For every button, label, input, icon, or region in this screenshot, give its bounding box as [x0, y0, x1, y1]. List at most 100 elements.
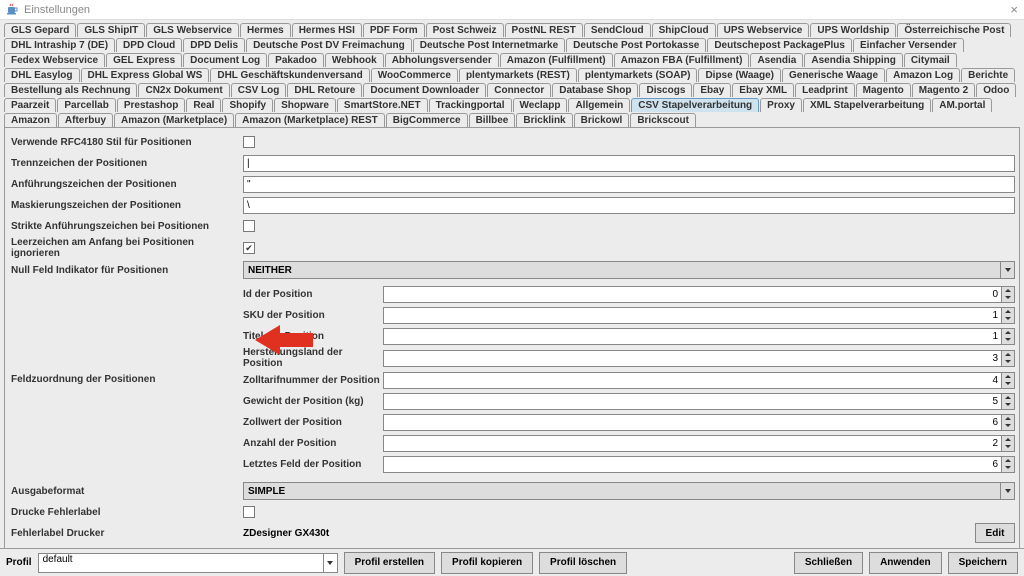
tab-item[interactable]: CN2x Dokument	[138, 83, 229, 97]
tab-item[interactable]: Leadprint	[795, 83, 855, 97]
spin-up-icon[interactable]	[1002, 436, 1014, 444]
tab-item[interactable]: Real	[186, 98, 221, 112]
field-spinner[interactable]	[383, 307, 1002, 324]
tab-item[interactable]: Weclapp	[513, 98, 568, 112]
tab-item[interactable]: Asendia Shipping	[804, 53, 902, 67]
field-spinner[interactable]	[383, 393, 1002, 410]
tab-item[interactable]: DHL Geschäftskundenversand	[210, 68, 369, 82]
tab-item[interactable]: GLS ShipIT	[77, 23, 145, 37]
tab-item[interactable]: Deutsche Post Internetmarke	[413, 38, 565, 52]
tab-item[interactable]: Fedex Webservice	[4, 53, 105, 67]
profile-create-button[interactable]: Profil erstellen	[344, 552, 435, 574]
field-spinner[interactable]	[383, 456, 1002, 473]
tab-item[interactable]: Document Log	[183, 53, 267, 67]
tab-item[interactable]: Database Shop	[552, 83, 638, 97]
tab-item[interactable]: Bestellung als Rechnung	[4, 83, 137, 97]
tab-item[interactable]: GEL Express	[106, 53, 182, 67]
combo-nullfeld[interactable]: NEITHER	[243, 261, 1015, 279]
tab-item[interactable]: Brickowl	[574, 113, 630, 127]
tab-item[interactable]: Dipse (Waage)	[698, 68, 781, 82]
tab-item[interactable]: UPS Worldship	[810, 23, 896, 37]
tab-item[interactable]: AM.portal	[932, 98, 992, 112]
spin-down-icon[interactable]	[1002, 464, 1014, 472]
edit-button[interactable]: Edit	[975, 523, 1015, 543]
spin-down-icon[interactable]	[1002, 401, 1014, 409]
tab-item[interactable]: Parcellab	[57, 98, 115, 112]
tab-item[interactable]: Berichte	[961, 68, 1015, 82]
spin-down-icon[interactable]	[1002, 380, 1014, 388]
tab-item[interactable]: Post Schweiz	[426, 23, 504, 37]
tab-item[interactable]: DHL Easylog	[4, 68, 80, 82]
tab-item[interactable]: PostNL REST	[505, 23, 583, 37]
spin-up-icon[interactable]	[1002, 351, 1014, 359]
tab-item[interactable]: DHL Retoure	[287, 83, 362, 97]
spin-down-icon[interactable]	[1002, 336, 1014, 344]
spin-up-icon[interactable]	[1002, 308, 1014, 316]
field-spinner[interactable]	[383, 350, 1002, 367]
tab-item[interactable]: Discogs	[639, 83, 692, 97]
checkbox-strikte[interactable]	[243, 220, 255, 232]
spin-up-icon[interactable]	[1002, 287, 1014, 295]
input-trennzeichen[interactable]	[243, 155, 1015, 172]
tab-item[interactable]: Billbee	[469, 113, 516, 127]
tab-item[interactable]: Allgemein	[568, 98, 630, 112]
field-spinner[interactable]	[383, 328, 1002, 345]
tab-item[interactable]: plentymarkets (REST)	[459, 68, 577, 82]
tab-item[interactable]: UPS Webservice	[717, 23, 810, 37]
tab-item[interactable]: Ebay XML	[732, 83, 794, 97]
tab-item[interactable]: Bricklink	[516, 113, 572, 127]
field-spinner[interactable]	[383, 372, 1002, 389]
tab-item[interactable]: Deutsche Post Portokasse	[566, 38, 706, 52]
tab-item[interactable]: plentymarkets (SOAP)	[578, 68, 698, 82]
profile-combo[interactable]: default	[38, 553, 338, 573]
tab-item[interactable]: GLS Webservice	[146, 23, 239, 37]
tab-item[interactable]: SendCloud	[584, 23, 651, 37]
field-spinner[interactable]	[383, 435, 1002, 452]
tab-item[interactable]: XML Stapelverarbeitung	[803, 98, 931, 112]
tab-item[interactable]: Shopware	[274, 98, 336, 112]
tab-item[interactable]: WooCommerce	[371, 68, 458, 82]
close-button[interactable]: Schließen	[794, 552, 863, 574]
tab-item[interactable]: Amazon Log	[886, 68, 960, 82]
field-spinner[interactable]	[383, 286, 1002, 303]
spin-down-icon[interactable]	[1002, 422, 1014, 430]
profile-copy-button[interactable]: Profil kopieren	[441, 552, 533, 574]
tab-item[interactable]: Magento 2	[912, 83, 975, 97]
tab-item[interactable]: DPD Delis	[183, 38, 245, 52]
tab-item[interactable]: Ebay	[693, 83, 731, 97]
tab-item[interactable]: SmartStore.NET	[337, 98, 428, 112]
tab-item[interactable]: Connector	[487, 83, 551, 97]
tab-item[interactable]: Amazon FBA (Fulfillment)	[614, 53, 750, 67]
tab-item[interactable]: Hermes	[240, 23, 291, 37]
combo-ausgabeformat[interactable]: SIMPLE	[243, 482, 1015, 500]
tab-item[interactable]: Österreichische Post	[897, 23, 1011, 37]
tab-item[interactable]: Webhook	[325, 53, 384, 67]
tab-item[interactable]: Prestashop	[117, 98, 185, 112]
spin-down-icon[interactable]	[1002, 443, 1014, 451]
spin-up-icon[interactable]	[1002, 394, 1014, 402]
checkbox-drucke[interactable]	[243, 506, 255, 518]
tab-item[interactable]: CSV Stapelverarbeitung	[631, 98, 759, 112]
tab-item[interactable]: Shopify	[222, 98, 273, 112]
spin-down-icon[interactable]	[1002, 315, 1014, 323]
tab-item[interactable]: Citymail	[904, 53, 957, 67]
tab-item[interactable]: CSV Log	[231, 83, 287, 97]
apply-button[interactable]: Anwenden	[869, 552, 942, 574]
tab-item[interactable]: Generische Waage	[782, 68, 885, 82]
tab-item[interactable]: Deutsche Post DV Freimachung	[246, 38, 412, 52]
tab-item[interactable]: BigCommerce	[386, 113, 468, 127]
tab-item[interactable]: Odoo	[976, 83, 1016, 97]
spin-down-icon[interactable]	[1002, 294, 1014, 302]
spin-up-icon[interactable]	[1002, 415, 1014, 423]
tab-item[interactable]: DPD Cloud	[116, 38, 182, 52]
checkbox-rfc4180[interactable]	[243, 136, 255, 148]
tab-item[interactable]: DHL Express Global WS	[81, 68, 210, 82]
tab-item[interactable]: Hermes HSI	[292, 23, 362, 37]
tab-item[interactable]: GLS Gepard	[4, 23, 76, 37]
tab-item[interactable]: PDF Form	[363, 23, 425, 37]
tab-item[interactable]: Paarzeit	[4, 98, 56, 112]
tab-item[interactable]: DHL Intraship 7 (DE)	[4, 38, 115, 52]
tab-item[interactable]: Document Downloader	[363, 83, 486, 97]
tab-item[interactable]: Magento	[856, 83, 911, 97]
profile-delete-button[interactable]: Profil löschen	[539, 552, 627, 574]
